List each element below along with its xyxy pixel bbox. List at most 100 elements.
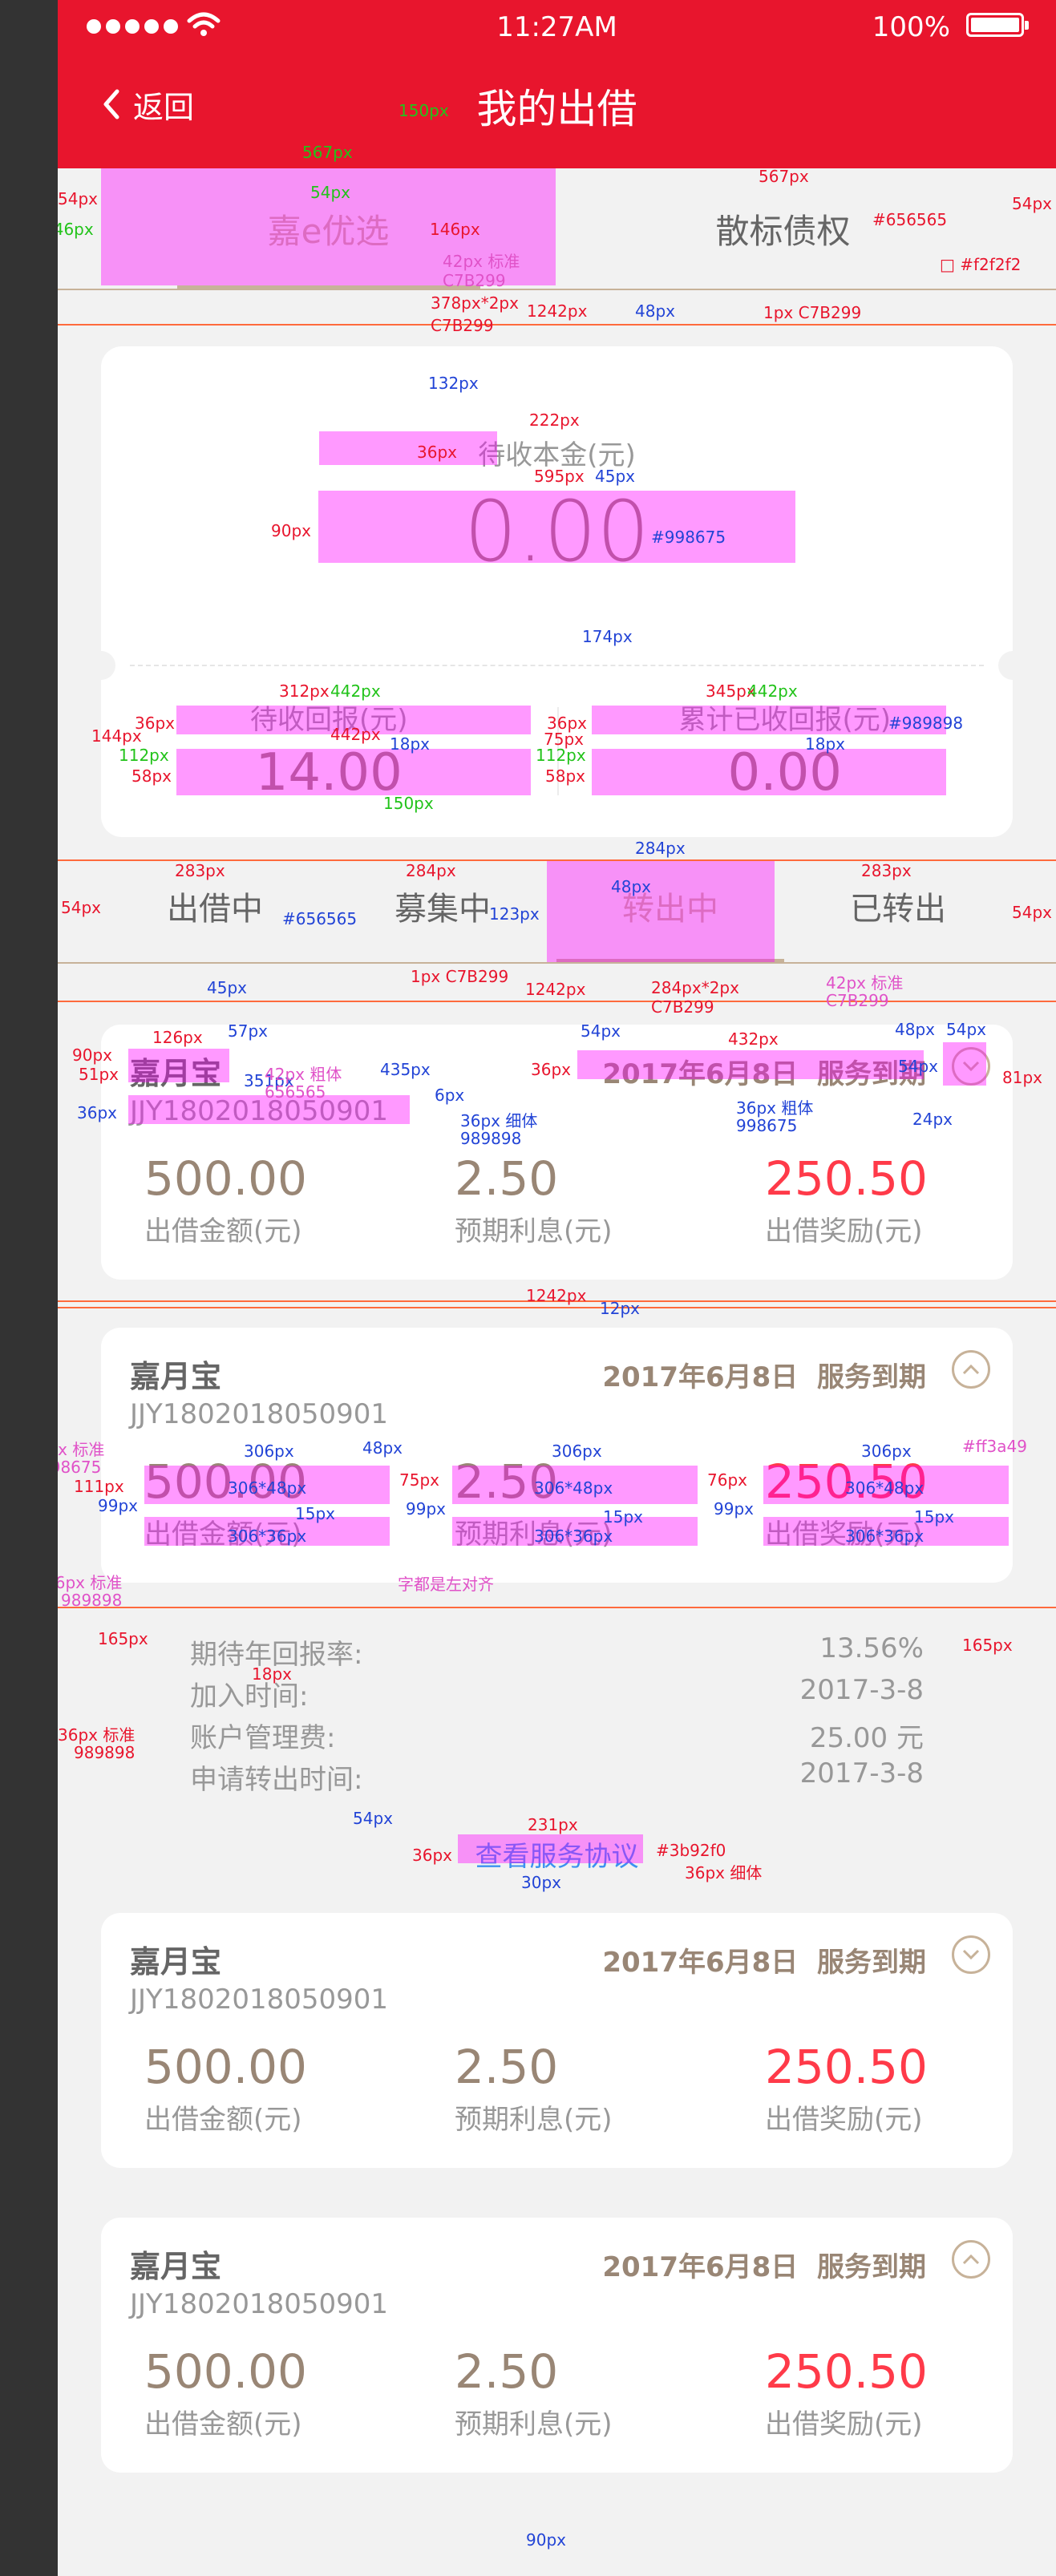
spec-label: 99px: [406, 1499, 446, 1519]
spec-label: 36px: [417, 443, 457, 462]
spec-label: 306*36px: [845, 1527, 925, 1546]
tab-label: 已转出: [850, 891, 946, 928]
spec-label: 45px: [207, 978, 247, 997]
chevron-down-icon[interactable]: [952, 1935, 990, 1974]
product-code: JJY1802018050901: [130, 1398, 389, 1430]
battery-percent: 100%: [872, 11, 950, 43]
spec-label: 42px 标准: [826, 973, 904, 993]
interest-col: 2.50 预期利息(元): [455, 2344, 700, 2441]
detail-row: 申请转出时间: 2017-3-8: [190, 1757, 924, 1796]
spec-label: 36px 细体: [685, 1863, 763, 1882]
spec-label: 76px: [707, 1470, 747, 1490]
amount-col: 500.00 出借金额(元): [144, 2040, 390, 2137]
interest-value: 2.50: [455, 1151, 559, 1206]
spec-label: 75px: [399, 1470, 439, 1490]
spec-label: 18px: [390, 734, 430, 754]
spec-label: 442px: [330, 725, 381, 744]
spec-label: 15px: [603, 1507, 643, 1527]
amount-value: 500.00: [144, 2344, 307, 2399]
spec-label: 42px 粗体: [265, 1065, 342, 1084]
reward-col: 250.50 出借奖励(元): [765, 2344, 1010, 2441]
spec-label: C7B299: [443, 271, 506, 290]
chevron-down-icon[interactable]: [952, 1047, 990, 1086]
spec-label: 378px*2px: [431, 293, 519, 313]
spec-label: 306*36px: [534, 1527, 613, 1546]
product-code: JJY1802018050901: [130, 2288, 389, 2320]
loan-card[interactable]: 嘉月宝 JJY1802018050901 2017年6月8日 服务到期 500.…: [101, 1913, 1013, 2168]
status-bar: 11:27AM 100%: [58, 0, 1056, 53]
spec-label: 442px: [747, 681, 798, 701]
spec-label: 174px: [582, 627, 633, 646]
amount-label: 出借金额(元): [144, 2408, 302, 2441]
spec-label: 306*48px: [228, 1478, 307, 1498]
spec-label: 442px: [330, 681, 381, 701]
spec-label: 54px: [353, 1809, 393, 1828]
spec-label: 132px: [428, 374, 479, 393]
reward-value: 250.50: [765, 1151, 928, 1206]
amount-label: 出借金额(元): [144, 1215, 302, 1248]
tab-transferring[interactable]: 转出中: [556, 850, 784, 962]
card-notch: [998, 651, 1027, 680]
page-title: 我的出借: [476, 86, 637, 132]
product-name: 嘉月宝: [130, 1944, 222, 1980]
spec-label: 150px: [399, 101, 449, 120]
spec-label: 998675: [58, 1458, 102, 1477]
received-return-value: 0.00: [727, 743, 843, 803]
spec-label: 54px: [581, 1021, 621, 1041]
spec-label: 18px: [252, 1664, 292, 1684]
spec-label: 48px: [362, 1438, 403, 1458]
phone-screen: 11:27AM 100% 返回 我的出借 嘉e优选 散标债权 待收本金(元) 0…: [58, 0, 1056, 2576]
due-date: 2017年6月8日 服务到期: [602, 1361, 926, 1393]
service-agreement-link[interactable]: 查看服务协议: [58, 1834, 1056, 1874]
spec-label: 99px: [714, 1499, 754, 1519]
reward-value: 250.50: [765, 2040, 928, 2094]
due-date: 2017年6月8日 服务到期: [602, 2251, 926, 2283]
reward-label: 出借奖励(元): [765, 1215, 923, 1248]
spec-label: 306*48px: [534, 1478, 613, 1498]
due-date: 2017年6月8日 服务到期: [602, 1058, 926, 1090]
spec-label: 12px: [600, 1299, 640, 1318]
spec-label: 18px: [805, 734, 845, 754]
details-list: 期待年回报率: 13.56% 加入时间: 2017-3-8 账户管理费: 25.00 …: [190, 1632, 924, 1799]
spec-label: 284px: [635, 839, 686, 858]
spec-label: 112px: [119, 746, 169, 765]
detail-row: 加入时间: 2017-3-8: [190, 1674, 924, 1713]
chevron-up-icon[interactable]: [952, 1350, 990, 1389]
spec-label: 1242px: [526, 1286, 587, 1305]
loan-card[interactable]: 嘉月宝 JJY1802018050901 2017年6月8日 服务到期 500.…: [101, 2218, 1013, 2473]
spec-label: 306*48px: [845, 1478, 925, 1498]
spec-label: 36px: [412, 1846, 452, 1865]
spec-label: C7B299: [651, 997, 714, 1017]
spec-label: 435px: [380, 1060, 431, 1079]
header: 11:27AM 100% 返回 我的出借: [58, 0, 1056, 168]
spec-label: 36px: [531, 1060, 571, 1079]
spec-label: 146px: [430, 220, 480, 239]
spec-label: 150px: [383, 794, 434, 813]
principal-value: 0.00: [463, 483, 650, 580]
active-tab-underline: [176, 285, 480, 289]
chevron-up-icon[interactable]: [952, 2240, 990, 2279]
spec-label: 90px: [526, 2530, 566, 2550]
spec-label: 字都是左对齐: [398, 1575, 494, 1594]
spec-label: 595px: [534, 467, 585, 486]
spec-label: 989898: [74, 1743, 136, 1762]
interest-col: 2.50 预期利息(元): [455, 1151, 700, 1248]
spec-label: 656565: [265, 1082, 326, 1102]
spec-label: 112px: [536, 746, 586, 765]
spec-label: 111px: [74, 1477, 124, 1496]
product-name: 嘉月宝: [130, 2249, 222, 2284]
spec-label: C7B299: [431, 316, 494, 335]
spec-label: 48px: [635, 301, 675, 321]
spec-label: #3b92f0: [656, 1841, 726, 1860]
spec-label: 146px: [58, 220, 94, 239]
spec-label: 15px: [914, 1507, 954, 1527]
spec-label: 231px: [528, 1815, 578, 1834]
product-name: 嘉月宝: [130, 1056, 222, 1091]
spec-label: 58px: [131, 766, 172, 786]
spec-label: 36px 标准: [58, 1573, 123, 1592]
spec-label: #989898: [888, 714, 964, 733]
spec-label: 1px C7B299: [411, 967, 509, 986]
product-code: JJY1802018050901: [130, 1095, 389, 1127]
spec-label: 42px 标准: [443, 252, 520, 271]
spec-label: 90px: [271, 521, 311, 540]
